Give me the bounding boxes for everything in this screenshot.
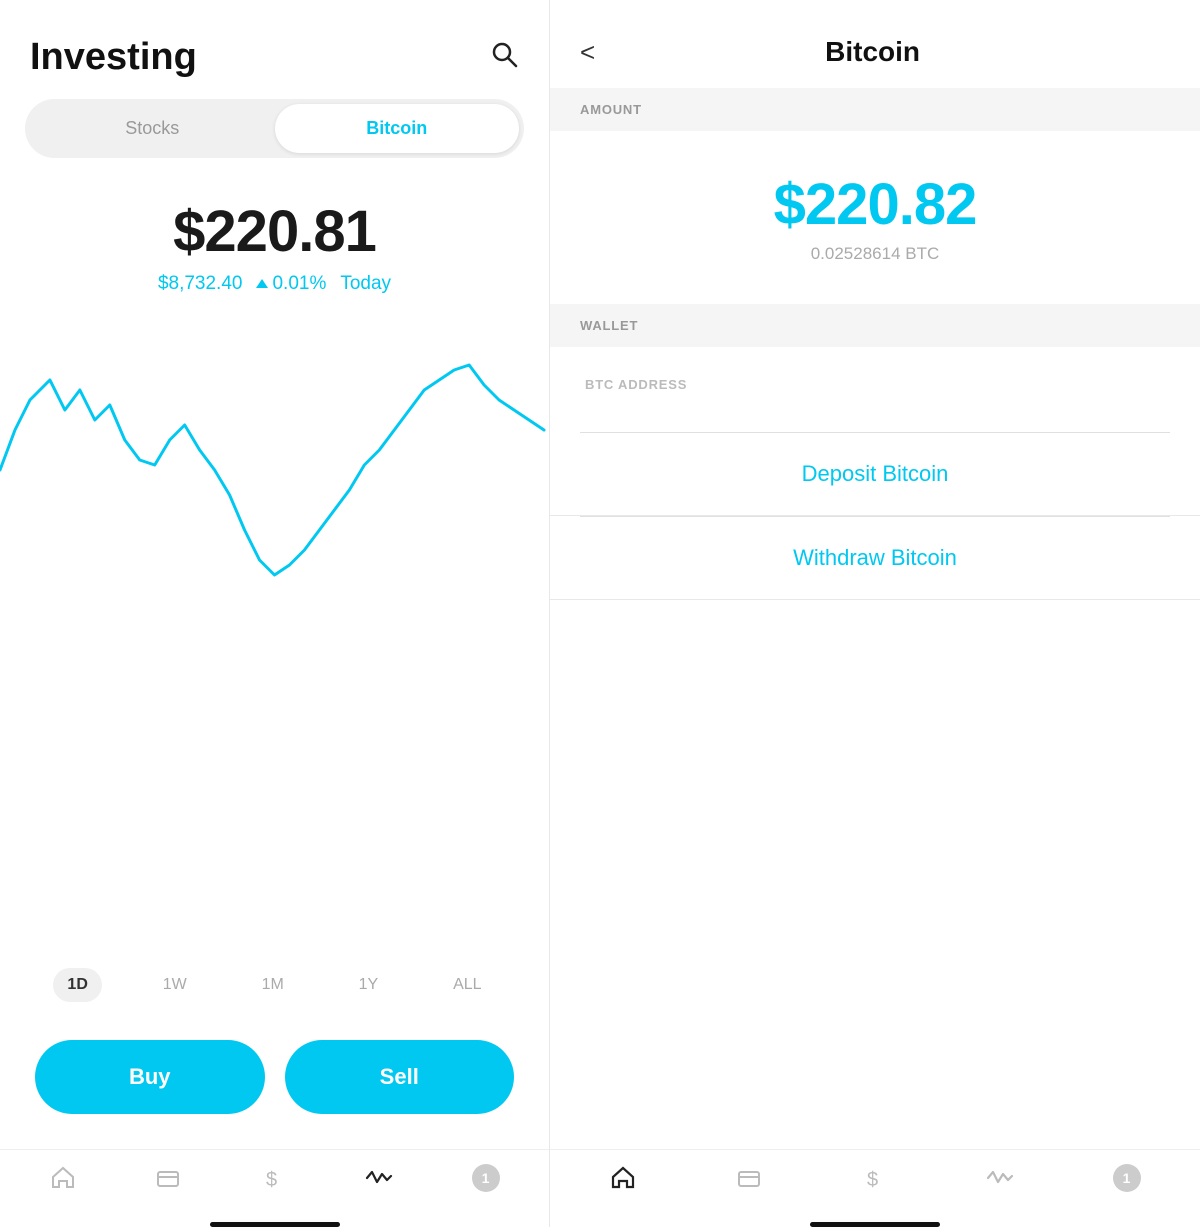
time-btn-1d[interactable]: 1D	[53, 968, 101, 1002]
wallet-label: WALLET	[550, 304, 1200, 347]
nav-dollar[interactable]: $	[260, 1165, 286, 1191]
portfolio-price: $8,732.40	[158, 273, 243, 295]
right-nav-home[interactable]	[609, 1164, 637, 1192]
deposit-bitcoin-link[interactable]: Deposit Bitcoin	[550, 433, 1200, 516]
sell-button[interactable]: Sell	[285, 1040, 515, 1114]
portfolio-sub: $8,732.40 0.01% Today	[0, 273, 549, 295]
home-indicator-left	[210, 1222, 340, 1227]
svg-text:$: $	[867, 1169, 878, 1191]
time-btn-1m[interactable]: 1M	[248, 968, 298, 1002]
tab-bitcoin[interactable]: Bitcoin	[275, 104, 520, 153]
arrow-up-icon	[256, 279, 268, 288]
amount-btc: 0.02528614 BTC	[811, 244, 940, 264]
back-button[interactable]: <	[580, 37, 595, 68]
portfolio-amount: $220.81	[0, 198, 549, 265]
btc-address-section: BTC ADDRESS	[550, 347, 1200, 432]
nav-activity[interactable]	[365, 1164, 393, 1192]
buy-button[interactable]: Buy	[35, 1040, 265, 1114]
btc-address-label: BTC ADDRESS	[580, 377, 687, 392]
left-panel: Investing Stocks Bitcoin $220.81 $8,732.…	[0, 0, 550, 1227]
right-nav-activity[interactable]	[986, 1164, 1014, 1192]
svg-text:$: $	[266, 1169, 277, 1191]
nav-home[interactable]	[50, 1165, 76, 1191]
right-title: Bitcoin	[615, 36, 1170, 68]
left-title: Investing	[30, 36, 197, 79]
amount-label: AMOUNT	[550, 88, 1200, 131]
right-bottom-nav: $ 1	[550, 1149, 1200, 1212]
portfolio-today: Today	[340, 273, 391, 295]
tab-stocks[interactable]: Stocks	[30, 104, 275, 153]
time-btn-all[interactable]: ALL	[439, 968, 495, 1002]
amount-section: $220.82 0.02528614 BTC	[550, 131, 1200, 294]
right-header: < Bitcoin	[550, 0, 1200, 88]
right-panel: < Bitcoin AMOUNT $220.82 0.02528614 BTC …	[550, 0, 1200, 1227]
right-nav-dollar[interactable]: $	[861, 1165, 887, 1191]
home-indicator-right	[810, 1222, 940, 1227]
portfolio-change: 0.01%	[256, 273, 326, 295]
tab-bar: Stocks Bitcoin	[25, 99, 524, 158]
amount-usd: $220.82	[774, 171, 977, 238]
left-header: Investing	[0, 0, 549, 99]
right-nav-card[interactable]	[736, 1165, 762, 1191]
search-icon[interactable]	[489, 39, 519, 76]
nav-card[interactable]	[155, 1165, 181, 1191]
withdraw-bitcoin-link[interactable]: Withdraw Bitcoin	[550, 517, 1200, 600]
time-btn-1y[interactable]: 1Y	[345, 968, 393, 1002]
time-range-bar: 1D 1W 1M 1Y ALL	[0, 950, 549, 1020]
right-nav-notifications[interactable]: 1	[1113, 1164, 1141, 1192]
nav-notifications[interactable]: 1	[472, 1164, 500, 1192]
chart-area	[0, 310, 549, 940]
portfolio-value: $220.81 $8,732.40 0.01% Today	[0, 198, 549, 295]
time-btn-1w[interactable]: 1W	[149, 968, 201, 1002]
left-bottom-nav: $ 1	[0, 1149, 549, 1212]
action-buttons: Buy Sell	[0, 1020, 549, 1149]
